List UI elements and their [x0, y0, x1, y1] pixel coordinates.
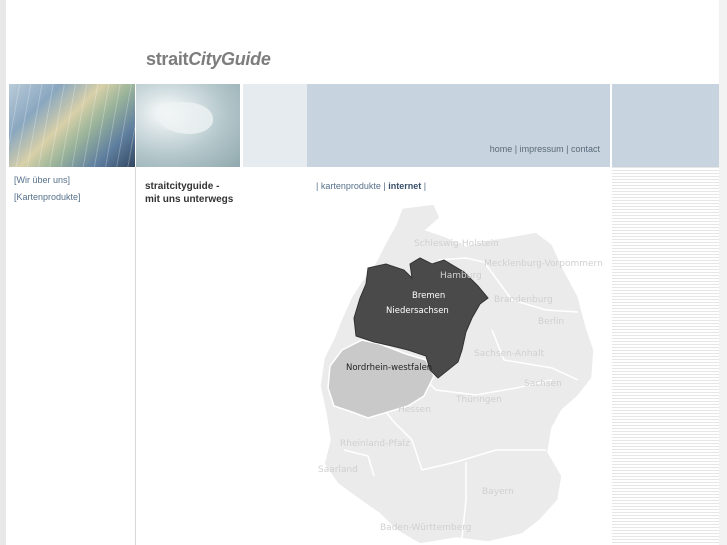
separator: |: [514, 144, 518, 154]
map-label-berlin: Berlin: [538, 317, 564, 327]
map-photo-image: [9, 84, 135, 167]
right-border: [719, 0, 727, 545]
site-logo[interactable]: straitCityGuide: [146, 49, 271, 70]
map-label-baden-wuerttemberg: Baden-Württemberg: [380, 523, 471, 533]
home-link[interactable]: home: [490, 144, 513, 154]
sidebar-item-kartenprodukte[interactable]: [Kartenprodukte]: [14, 189, 81, 206]
separator: |: [566, 144, 569, 154]
impressum-link[interactable]: impressum: [520, 144, 564, 154]
map-label-sachsen-anhalt: Sachsen-Anhalt: [474, 349, 544, 359]
tab-separator: |: [421, 181, 427, 191]
tab-internet[interactable]: internet: [388, 181, 421, 191]
tagline: straitcityguide - mit uns unterwegs: [145, 180, 233, 206]
map-label-rheinland-pfalz: Rheinland-Pfalz: [340, 439, 410, 449]
tagline-line2: mit uns unterwegs: [145, 194, 234, 205]
tagline-line1: straitcityguide -: [145, 181, 220, 192]
header-pale-block: [243, 84, 307, 167]
map-label-saarland: Saarland: [318, 465, 358, 475]
globe-photo-image: [136, 84, 240, 167]
logo-part-a: strait: [146, 49, 189, 69]
tab-kartenprodukte[interactable]: kartenprodukte: [321, 181, 381, 191]
contact-link[interactable]: contact: [571, 144, 600, 154]
left-border: [0, 0, 6, 545]
map-label-brandenburg: Brandenburg: [494, 295, 553, 305]
header-blue-block-right: [612, 84, 719, 167]
germany-map: Schleswig-Holstein Hamburg Mecklenburg-V…: [318, 203, 603, 545]
header-blue-block: home | impressum | contact: [307, 84, 610, 167]
sidebar-nav: [Wir über uns] [Kartenprodukte]: [14, 172, 81, 206]
map-label-hamburg: Hamburg: [440, 271, 482, 281]
map-label-thueringen: Thüringen: [455, 395, 502, 405]
map-label-niedersachsen: Niedersachsen: [386, 306, 449, 316]
map-label-hessen: Hessen: [398, 405, 431, 415]
map-label-nordrhein-westfalen: Nordrhein-westfalen: [346, 363, 432, 373]
map-label-sachsen: Sachsen: [524, 379, 562, 389]
map-label-bremen: Bremen: [412, 291, 445, 301]
top-nav: home | impressum | contact: [490, 144, 600, 154]
sidebar-divider: [135, 167, 136, 545]
map-label-bayern: Bayern: [482, 487, 514, 497]
map-label-schleswig-holstein: Schleswig-Holstein: [414, 239, 499, 249]
header-banner: home | impressum | contact: [9, 84, 719, 167]
logo-part-b: CityGuide: [188, 49, 271, 69]
content-tabs: | kartenprodukte | internet |: [316, 181, 426, 191]
right-striped-panel: [612, 167, 719, 545]
map-label-mecklenburg-vorpommern: Mecklenburg-Vorpommern: [484, 259, 603, 269]
sidebar-item-wir-ueber-uns[interactable]: [Wir über uns]: [14, 172, 81, 189]
